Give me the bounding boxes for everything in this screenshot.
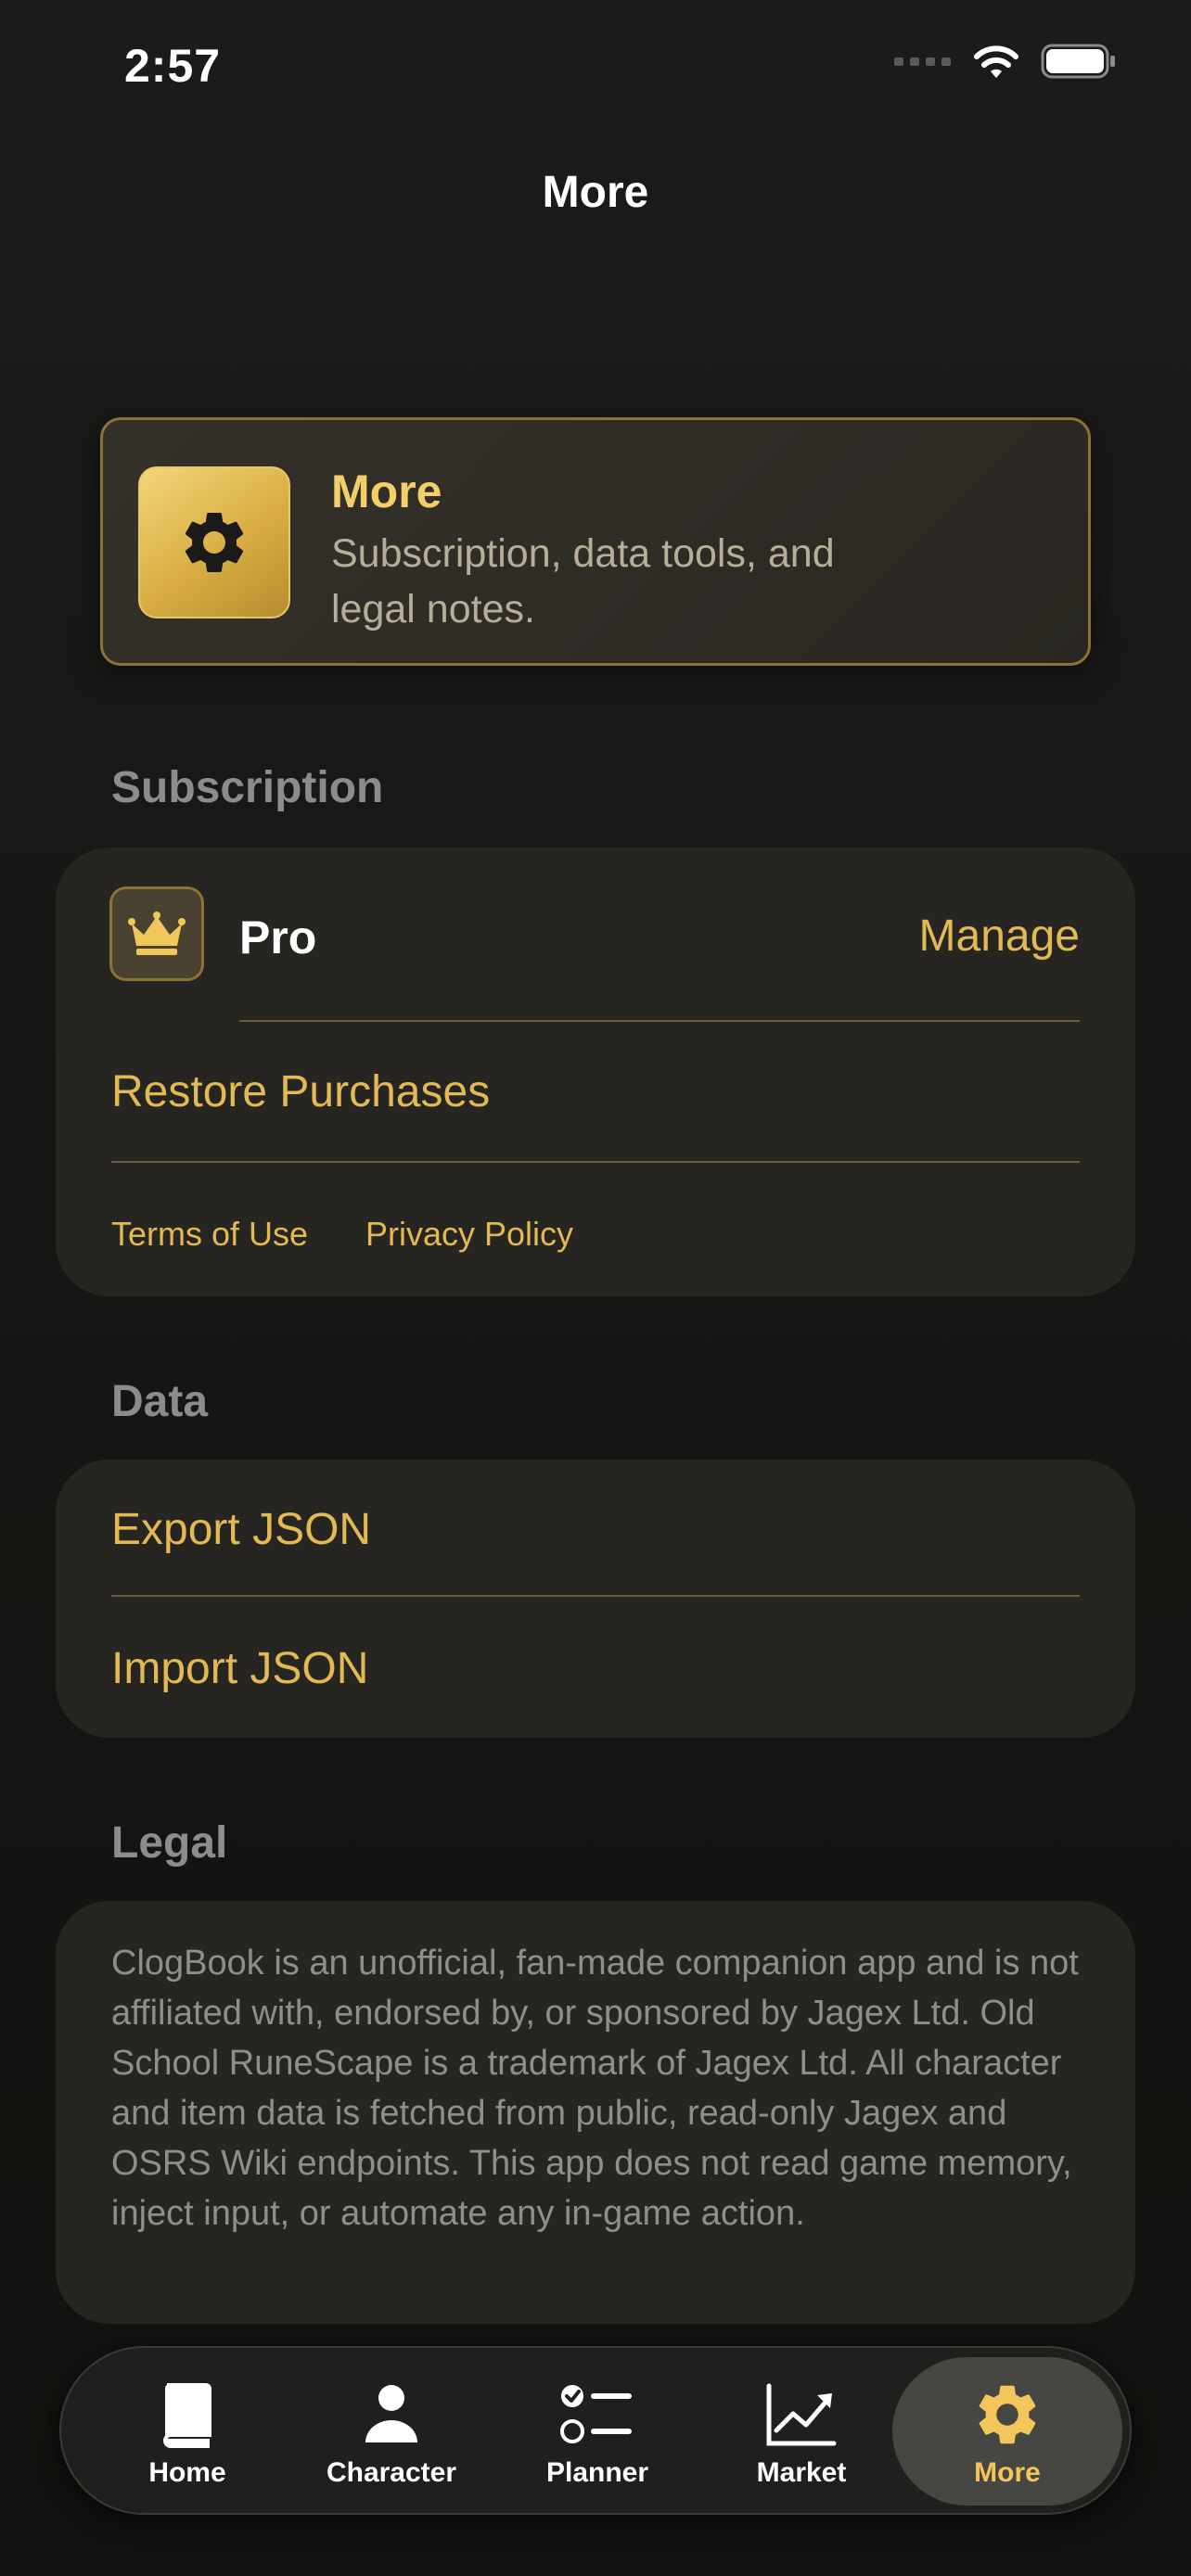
- tab-label: Character: [326, 2457, 457, 2488]
- tab-label: More: [974, 2457, 1041, 2488]
- gear-icon: [185, 513, 244, 572]
- manage-button[interactable]: Manage: [919, 911, 1080, 962]
- hero-subtitle: Subscription, data tools, and legal note…: [331, 531, 835, 631]
- terms-of-use-link[interactable]: Terms of Use: [111, 1215, 308, 1254]
- chart-line-icon: [766, 2383, 837, 2446]
- person-icon: [365, 2385, 417, 2442]
- tab-label: Planner: [545, 2457, 649, 2488]
- tab-more[interactable]: More: [892, 2357, 1122, 2506]
- hero-title: More: [331, 465, 442, 517]
- tab-home[interactable]: Home: [83, 2357, 291, 2506]
- pro-row[interactable]: Pro Manage: [56, 848, 1135, 1022]
- cellular-signal-icon: [894, 57, 951, 66]
- subscription-card: Pro Manage Restore Purchases Terms of Us…: [56, 848, 1135, 1296]
- tab-planner[interactable]: Planner: [493, 2357, 701, 2506]
- export-json-button[interactable]: Export JSON: [111, 1504, 371, 1555]
- legal-card: ClogBook is an unofficial, fan-made comp…: [56, 1901, 1135, 2324]
- pro-icon-box: [109, 886, 204, 981]
- status-bar: 2:57: [0, 0, 1191, 139]
- battery-icon: [1041, 44, 1115, 79]
- status-time: 2:57: [124, 40, 222, 92]
- status-icons: [894, 43, 1117, 80]
- divider: [111, 1161, 1080, 1163]
- tab-label: Market: [756, 2457, 847, 2488]
- hero-card: More Subscription, data tools, and legal…: [100, 417, 1091, 666]
- page-title: More: [542, 168, 649, 217]
- section-header-legal: Legal: [111, 1818, 228, 1868]
- restore-purchases-button[interactable]: Restore Purchases: [111, 1066, 490, 1117]
- gear-icon: [979, 2385, 1036, 2444]
- book-icon: [163, 2383, 211, 2448]
- section-header-data: Data: [111, 1377, 209, 1426]
- hero-icon-box: [138, 466, 290, 618]
- divider: [111, 1595, 1080, 1597]
- import-json-button[interactable]: Import JSON: [111, 1643, 368, 1694]
- tab-label: Home: [148, 2457, 226, 2488]
- wifi-icon: [974, 45, 1018, 78]
- crown-icon: [128, 912, 186, 955]
- divider: [239, 1020, 1080, 1022]
- checklist-icon: [560, 2385, 632, 2443]
- tab-character[interactable]: Character: [288, 2357, 495, 2506]
- privacy-policy-link[interactable]: Privacy Policy: [365, 1215, 573, 1254]
- data-card: Export JSON Import JSON: [56, 1460, 1135, 1738]
- tab-bar: Home Character Planner Market More: [59, 2346, 1132, 2515]
- plan-label: Pro: [239, 912, 317, 963]
- legal-text: ClogBook is an unofficial, fan-made comp…: [111, 1944, 1079, 2233]
- tab-market[interactable]: Market: [698, 2357, 905, 2506]
- section-header-subscription: Subscription: [111, 763, 384, 812]
